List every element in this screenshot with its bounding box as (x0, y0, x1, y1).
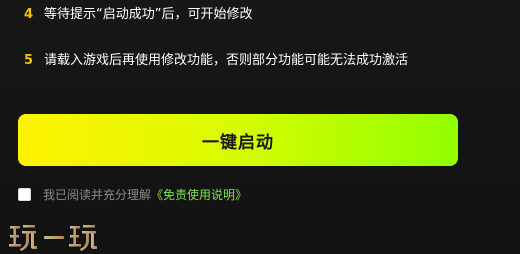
agreement-text: 我已阅读并充分理解 (43, 187, 152, 202)
step-number: 5 (24, 53, 34, 68)
watermark-logo-graphic (9, 225, 97, 251)
one-click-start-button[interactable]: 一键启动 (18, 114, 458, 166)
site-watermark-logo (8, 220, 104, 254)
instruction-step-5: 5 请载入游戏后再使用修改功能，否则部分功能可能无法成功激活 (24, 51, 408, 71)
instruction-step-4: 4 等待提示“启动成功”后，可开始修改 (24, 5, 252, 25)
step-text: 请载入游戏后再使用修改功能，否则部分功能可能无法成功激活 (44, 53, 409, 68)
launcher-panel: 4 等待提示“启动成功”后，可开始修改 5 请载入游戏后再使用修改功能，否则部分… (0, 0, 520, 254)
step-number: 4 (24, 7, 34, 22)
agreement-checkbox[interactable] (18, 187, 31, 201)
disclaimer-link[interactable]: 《免责使用说明》 (151, 186, 247, 203)
step-text: 等待提示“启动成功”后，可开始修改 (44, 7, 253, 22)
agreement-row: 我已阅读并充分理解 《免责使用说明》 (18, 185, 247, 203)
start-button-label: 一键启动 (202, 132, 274, 153)
